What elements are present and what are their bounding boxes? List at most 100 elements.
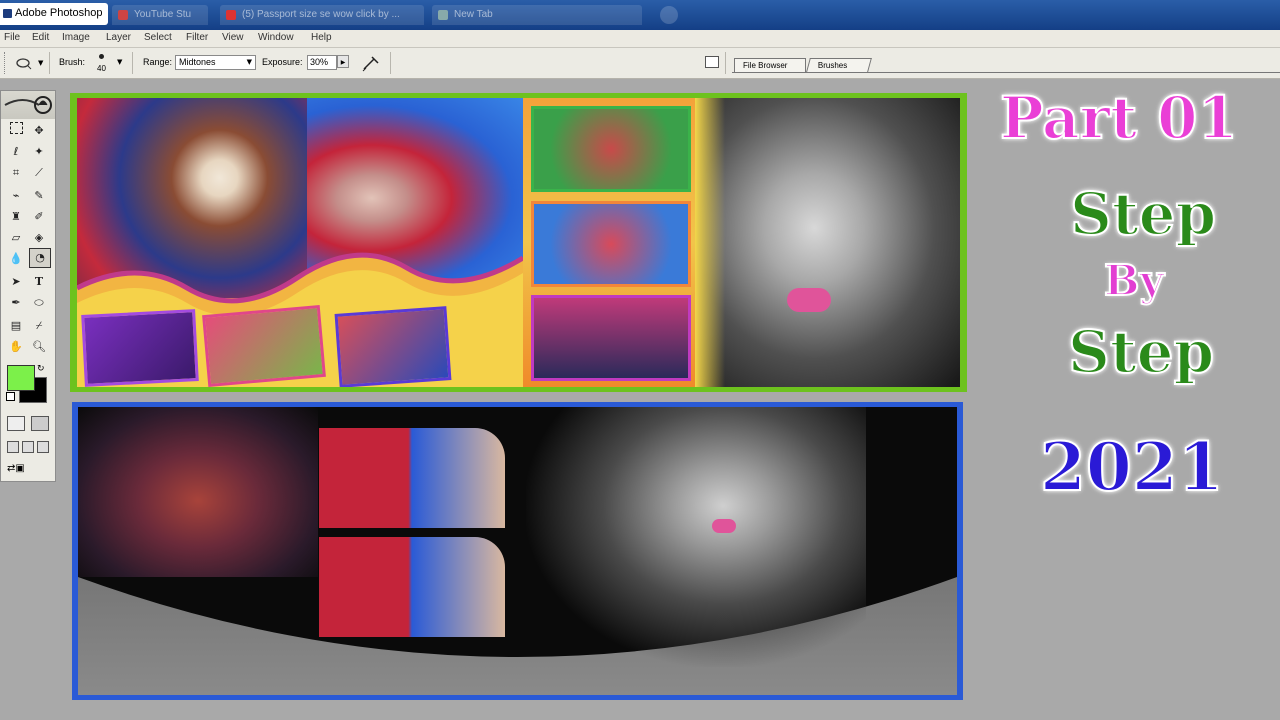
palette-well-icon[interactable] (705, 56, 719, 68)
portrait-fade (695, 98, 725, 387)
menu-filter[interactable]: Filter (186, 32, 208, 43)
options-bar: ▼ Brush: 40 ▼ Range: Midtones ▼ Exposure… (0, 48, 1280, 79)
collage-photo-2 (319, 537, 505, 637)
brush-label: Brush: (59, 57, 86, 67)
album-spread-2[interactable] (72, 402, 963, 700)
options-grip[interactable] (4, 52, 7, 74)
history-brush-tool-icon[interactable]: ✐ (30, 208, 48, 226)
exposure-value: 30% (310, 57, 329, 67)
browser-tab-label: YouTube Stu (134, 9, 192, 20)
range-value: Midtones (179, 57, 216, 67)
small-photo-1 (81, 309, 199, 387)
browser-tab-label: New Tab (454, 9, 493, 20)
clone-stamp-tool-icon[interactable]: ♜ (7, 208, 25, 226)
browser-tab-3[interactable]: New Tab (432, 5, 642, 25)
brush-tool-icon[interactable]: ✎ (30, 187, 48, 205)
youtube-icon (226, 10, 236, 20)
menu-edit[interactable]: Edit (32, 32, 49, 43)
dodge-tool-icon[interactable]: ◔ (29, 248, 51, 268)
dodge-tool-preset-icon[interactable] (14, 55, 34, 70)
healing-brush-tool-icon[interactable]: ⌁ (7, 187, 25, 205)
browser-tab-2[interactable]: (5) Passport size se wow click by ... (220, 5, 424, 25)
bride-bw-reclining (526, 407, 866, 667)
menu-layer[interactable]: Layer (106, 32, 131, 43)
toolbox-header[interactable] (1, 91, 55, 119)
chevron-down-icon[interactable]: ▼ (117, 58, 122, 66)
pen-tool-icon[interactable]: ✒ (7, 294, 25, 312)
paint-bucket-tool-icon[interactable]: ◈ (30, 229, 48, 247)
overlay-part: Part 01 (999, 83, 1239, 153)
browser-tab-1[interactable]: YouTube Stu (112, 5, 208, 25)
quick-mask-icon[interactable] (31, 416, 49, 431)
menu-file[interactable]: File (4, 32, 20, 43)
youtube-icon (118, 10, 128, 20)
app-title-tab[interactable]: Adobe Photoshop (0, 3, 108, 25)
slice-tool-icon[interactable]: ⟋ (30, 164, 48, 182)
overlay-step-2: Step (1067, 317, 1215, 387)
screen-mode-standard-icon[interactable] (7, 441, 19, 453)
airbrush-icon[interactable] (360, 53, 382, 73)
brush-picker[interactable]: 40 (91, 51, 115, 75)
bride-bw-portrait (695, 98, 960, 387)
toolbox: ✥ ℓ ✦ ⌗ ⟋ ⌁ ✎ ♜ ✐ ▱ ◈ 💧 ◔ ➤ T ✒ ⬭ ▤ ⌿ ✋ … (0, 90, 56, 482)
family-photo (78, 407, 318, 577)
brush-dot-icon (99, 54, 104, 59)
path-selection-tool-icon[interactable]: ➤ (7, 273, 25, 291)
menu-view[interactable]: View (222, 32, 244, 43)
middle-photo-1 (531, 106, 691, 192)
tab-brushes[interactable]: Brushes (806, 58, 872, 72)
tab-file-browser[interactable]: File Browser (734, 58, 806, 72)
ellipse-tool-icon[interactable]: ⬭ (30, 294, 48, 312)
hand-tool-icon[interactable]: ✋ (7, 338, 25, 356)
eyedropper-tool-icon[interactable]: ⌿ (30, 317, 48, 335)
brush-size: 40 (97, 64, 106, 73)
overlay-by: By (1103, 255, 1165, 306)
exposure-slider-button[interactable]: ▶ (337, 55, 349, 68)
new-tab-icon[interactable] (660, 6, 678, 24)
notes-tool-icon[interactable]: ▤ (7, 317, 25, 335)
photoshop-icon (3, 9, 12, 18)
foreground-color-swatch[interactable] (7, 365, 35, 391)
exposure-label: Exposure: (262, 57, 303, 67)
feather-logo-icon (4, 96, 52, 114)
small-photo-2 (202, 304, 326, 387)
menu-bar: File Edit Image Layer Select Filter View… (0, 30, 1280, 48)
screen-mode-full-menu-icon[interactable] (22, 441, 34, 453)
screen-mode-full-icon[interactable] (37, 441, 49, 453)
small-photo-3 (334, 306, 452, 387)
menu-help[interactable]: Help (311, 32, 332, 43)
lips-highlight (712, 519, 736, 533)
menu-image[interactable]: Image (62, 32, 90, 43)
app-title: Adobe Photoshop (15, 7, 103, 19)
range-select[interactable]: Midtones ▼ (175, 55, 256, 70)
blur-tool-icon[interactable]: 💧 (7, 250, 25, 268)
menu-select[interactable]: Select (144, 32, 172, 43)
middle-column (523, 98, 695, 387)
page-icon (438, 10, 448, 20)
marquee-tool-icon[interactable] (7, 122, 25, 140)
tab-label: File Browser (743, 61, 788, 70)
range-label: Range: (143, 57, 173, 67)
standard-mode-icon[interactable] (7, 416, 25, 431)
type-tool-icon[interactable]: T (30, 273, 48, 291)
album-spread-1[interactable] (70, 93, 967, 392)
chevron-down-icon[interactable]: ▼ (38, 59, 43, 67)
divider (49, 52, 50, 74)
swap-colors-icon[interactable]: ↻ (37, 364, 45, 374)
jump-to-imageready-icon[interactable]: ⇄▣ (7, 463, 29, 476)
middle-photo-2 (531, 201, 691, 287)
chevron-down-icon: ▼ (246, 58, 252, 66)
title-bar: Adobe Photoshop YouTube Stu (5) Passport… (0, 0, 1280, 30)
move-tool-icon[interactable]: ✥ (30, 122, 48, 140)
crop-tool-icon[interactable]: ⌗ (7, 164, 25, 182)
menu-window[interactable]: Window (258, 32, 294, 43)
collage-photo-1 (319, 428, 505, 528)
magic-wand-tool-icon[interactable]: ✦ (30, 143, 48, 161)
zoom-tool-icon[interactable]: 🔍︎ (30, 338, 48, 356)
lasso-tool-icon[interactable]: ℓ (7, 143, 25, 161)
middle-photo-3 (531, 295, 691, 381)
default-colors-icon[interactable] (6, 392, 15, 401)
divider (725, 52, 726, 74)
exposure-field[interactable]: 30% (307, 55, 337, 70)
eraser-tool-icon[interactable]: ▱ (7, 229, 25, 247)
